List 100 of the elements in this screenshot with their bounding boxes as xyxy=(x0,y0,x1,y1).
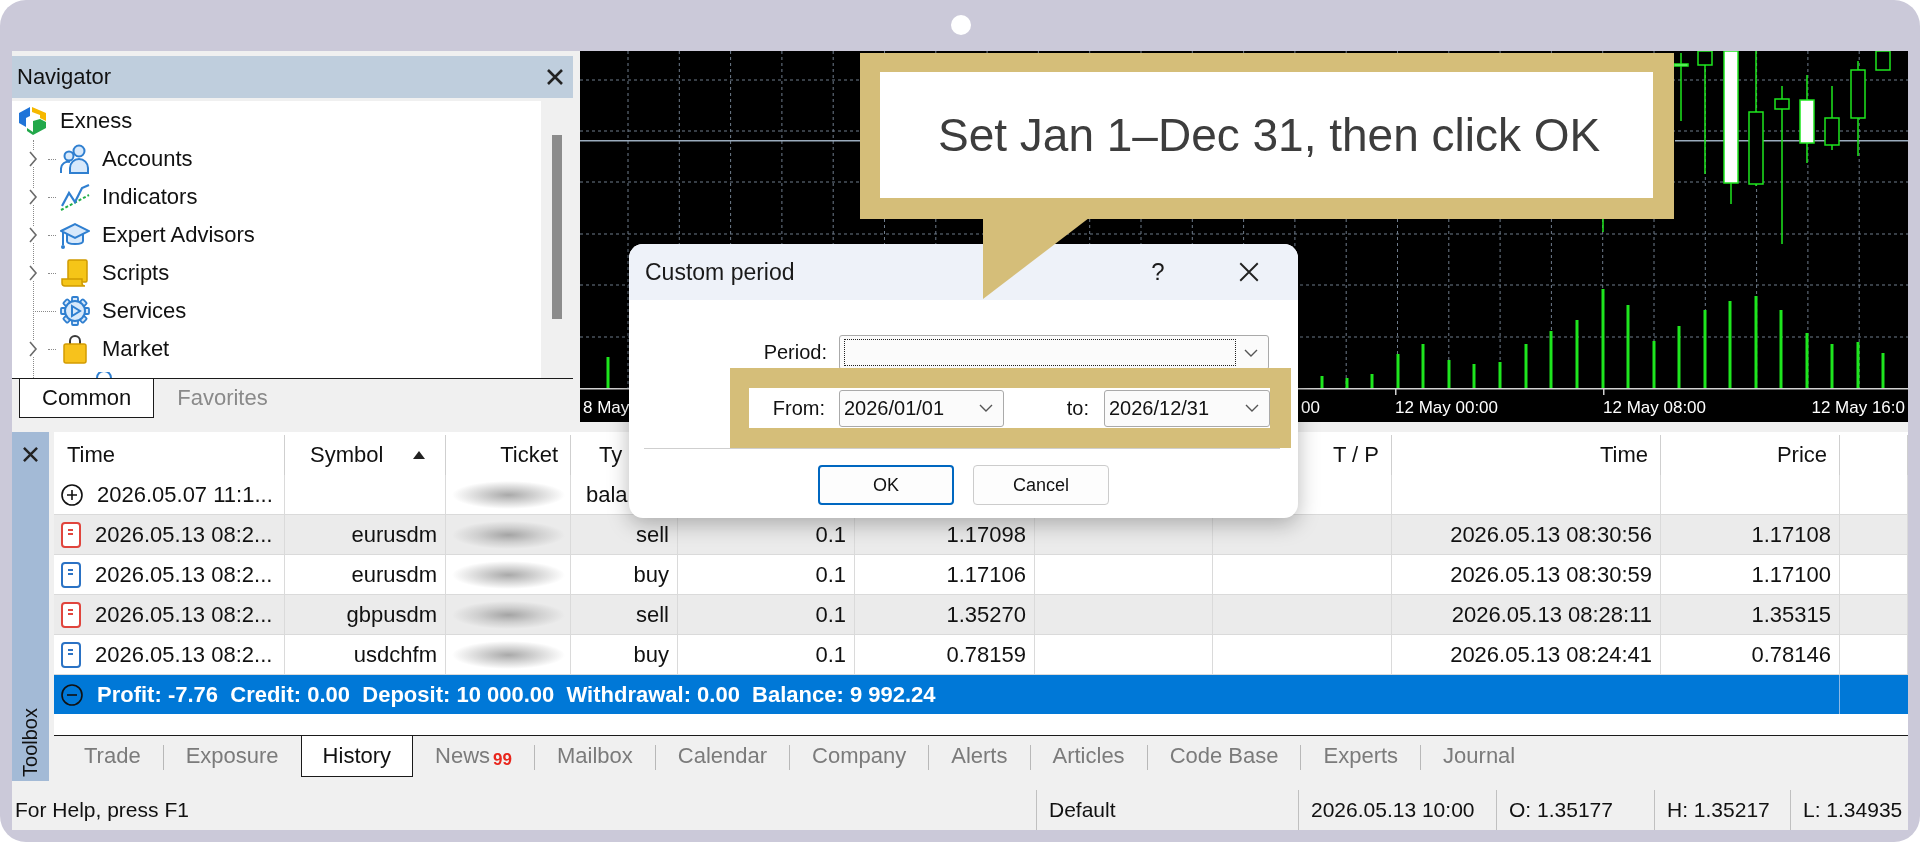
chevron-right-icon[interactable] xyxy=(28,189,38,205)
period-dropdown[interactable] xyxy=(839,335,1269,370)
volume-bar xyxy=(1549,331,1553,388)
table-cell: 1.17108 xyxy=(1751,521,1831,548)
tab[interactable]: Mailbox xyxy=(535,736,655,777)
column-header[interactable]: Time xyxy=(67,442,116,468)
chevron-down-icon xyxy=(1244,348,1258,357)
scroll-icon xyxy=(60,258,90,288)
chevron-right-icon[interactable] xyxy=(28,265,38,281)
table-cell: 1.17098 xyxy=(946,521,1026,548)
volume-bar xyxy=(1677,326,1681,388)
table-row[interactable]: 2026.05.13 08:2... eurusdm buy 0.1 1.17106 2026.05.13 08:30:59 1.17100 xyxy=(54,555,1908,595)
tab[interactable]: Calendar xyxy=(655,736,790,777)
tab[interactable]: Experts xyxy=(1301,736,1421,777)
tab[interactable]: Common xyxy=(19,379,155,418)
table-cell: eurusdm xyxy=(351,561,437,588)
table-row[interactable]: 2026.05.13 08:2... gbpusdm sell 0.1 1.35270 2026.05.13 08:28:11 1.35315 xyxy=(54,595,1908,635)
table-cell: 0.1 xyxy=(815,641,846,668)
date-dropdown[interactable]: 2026/01/01 xyxy=(839,389,1004,427)
volume-bar xyxy=(1370,374,1374,388)
panel-title: Navigator xyxy=(17,64,112,90)
table-cell: 1.17100 xyxy=(1751,561,1831,588)
table-cell: 2026.05.13 08:2... xyxy=(95,521,273,548)
volume-bar xyxy=(1652,341,1656,388)
column-header[interactable]: Symbol xyxy=(310,442,426,468)
table-cell: 1.35270 xyxy=(946,601,1026,628)
axis-label: 12 May 16:0 xyxy=(1811,398,1905,417)
table-row[interactable]: 2026.05.13 08:2... eurusdm sell 0.1 1.17098 2026.05.13 08:30:56 1.17108 xyxy=(54,515,1908,555)
table-cell: 0.1 xyxy=(815,601,846,628)
table-cell: 0.1 xyxy=(815,561,846,588)
tab[interactable]: Code Base xyxy=(1147,736,1301,777)
table-cell: usdchfm xyxy=(353,641,437,668)
volume-bar xyxy=(1830,344,1834,388)
table-cell: 2026.05.13 08:30:56 xyxy=(1450,521,1652,548)
tab[interactable]: Alerts xyxy=(929,736,1030,777)
status-text: O: 1.35177 xyxy=(1509,798,1613,822)
date-dropdown[interactable]: 2026/12/31 xyxy=(1104,389,1270,427)
tree-item[interactable]: Indicators xyxy=(60,182,198,212)
field-label: From: xyxy=(772,396,825,420)
close-icon xyxy=(1239,262,1259,282)
field-label: to: xyxy=(1066,396,1089,420)
table-row[interactable]: Profit: -7.76 Credit: 0.00 Deposit: 10 000.00 Withdrawal: 0.00 Balance: 9 992.24 xyxy=(54,675,1908,714)
minus-circle-icon[interactable] xyxy=(61,683,83,706)
close-button[interactable] xyxy=(20,444,41,464)
tab[interactable]: News99 xyxy=(413,736,534,777)
cancel-button[interactable]: Cancel xyxy=(973,465,1109,505)
help-button[interactable]: ? xyxy=(1128,244,1188,300)
axis-label: 12 May 00:00 xyxy=(1395,398,1498,417)
tab[interactable]: Exposure xyxy=(163,736,301,777)
callout-text: Set Jan 1–Dec 31, then click OK xyxy=(938,108,1601,162)
cube-logo-icon xyxy=(18,106,47,136)
table-cell: 0.78146 xyxy=(1751,641,1831,668)
tab[interactable]: Company xyxy=(790,736,929,777)
chevron-down-icon xyxy=(1245,404,1259,412)
status-text: H: 1.35217 xyxy=(1667,798,1770,822)
ok-button[interactable]: OK xyxy=(818,465,954,505)
volume-bar xyxy=(1320,376,1324,388)
tree-item[interactable]: Scripts xyxy=(60,258,170,288)
tab[interactable]: History xyxy=(300,736,414,777)
tab[interactable]: Journal xyxy=(1421,736,1538,777)
plus-circle-icon[interactable] xyxy=(61,483,83,506)
table-row[interactable]: 2026.05.13 08:2... usdchfm buy 0.1 0.78159 2026.05.13 08:24:41 0.78146 xyxy=(54,635,1908,675)
tree-item[interactable]: Services xyxy=(60,296,187,326)
chevron-right-icon[interactable] xyxy=(28,341,38,357)
tab[interactable]: Articles xyxy=(1030,736,1147,777)
table-cell: 2026.05.13 08:24:41 xyxy=(1450,641,1652,668)
document-icon xyxy=(61,521,81,548)
dialog-title: Custom period xyxy=(645,258,795,286)
tree-item[interactable]: Expert Advisors xyxy=(60,220,255,250)
volume-bar xyxy=(1498,362,1502,388)
line-chart-icon xyxy=(60,182,90,212)
table-cell: 1.17106 xyxy=(946,561,1026,588)
column-header[interactable]: Ticket xyxy=(500,442,558,468)
status-text: Default xyxy=(1049,798,1116,822)
tab[interactable]: Trade xyxy=(62,736,163,777)
volume-bar xyxy=(606,357,610,388)
volume-bar xyxy=(1856,342,1860,388)
table-cell: 0.78159 xyxy=(946,641,1026,668)
table-cell: sell xyxy=(636,521,669,548)
candle xyxy=(1824,86,1840,150)
scrollbar-thumb[interactable] xyxy=(552,135,562,319)
column-header[interactable]: T / P xyxy=(1332,442,1379,468)
table-cell: 2026.05.13 08:28:11 xyxy=(1451,601,1652,628)
tree-item[interactable]: Accounts xyxy=(60,144,193,174)
summary-text: Profit: -7.76 Credit: 0.00 Deposit: 10 000.00 Withdrawal: 0.00 Balance: 9 992.24 xyxy=(97,681,936,708)
axis-label: 8 May xyxy=(583,398,630,417)
tree-item[interactable]: Market xyxy=(60,334,170,364)
chevron-right-icon[interactable] xyxy=(28,151,38,167)
table-cell: eurusdm xyxy=(351,521,437,548)
column-header[interactable]: Time xyxy=(1599,442,1648,468)
table-cell: 2026.05.07 11:1... xyxy=(97,481,273,508)
news-count: 99 xyxy=(493,750,512,770)
volume-bar xyxy=(1447,360,1451,388)
column-header[interactable]: Ty xyxy=(599,442,623,468)
candle xyxy=(1673,53,1689,121)
table-cell: buy xyxy=(633,561,669,588)
chevron-right-icon[interactable] xyxy=(28,227,38,243)
tree-item[interactable]: Exness xyxy=(18,106,133,136)
table-cell: 0.1 xyxy=(815,521,846,548)
column-header[interactable]: Price xyxy=(1776,442,1827,468)
